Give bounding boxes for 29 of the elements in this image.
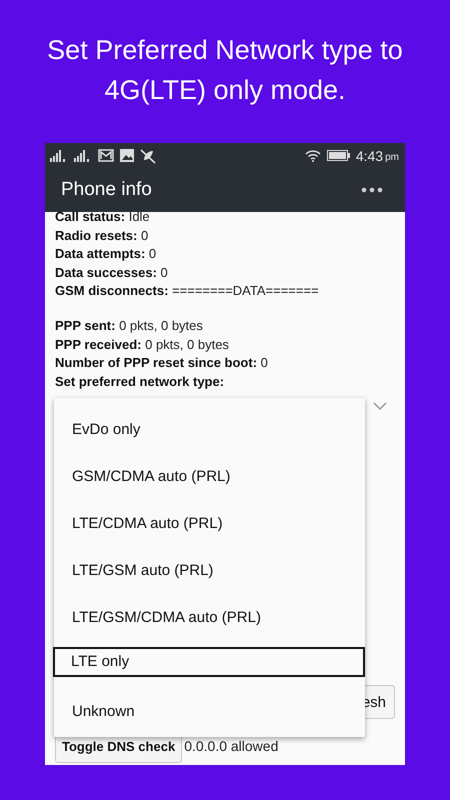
info-line: Radio resets: 0 xyxy=(55,226,150,245)
wifi-icon xyxy=(304,150,321,162)
more-menu-icon[interactable] xyxy=(361,187,383,193)
info-line: PPP sent: 0 pkts, 0 bytes xyxy=(55,316,204,335)
dropdown-option[interactable]: LTE/GSM/CDMA auto (PRL) xyxy=(54,592,365,639)
info-line: GSM disconnects: ========DATA======= xyxy=(55,282,320,300)
info-line: Number of PPP reset since boot: 0 xyxy=(55,354,269,372)
clock-period: pm xyxy=(385,152,399,162)
battery-icon xyxy=(326,150,350,161)
caption: Set Preferred Network type to 4G(LTE) only mode. xyxy=(46,34,404,107)
info-line: Call status: Idle xyxy=(55,208,151,226)
info-line: Data successes: 0 xyxy=(55,264,169,282)
dropdown-option[interactable]: EvDo only xyxy=(54,404,365,451)
info-line: PPP received: 0 pkts, 0 bytes xyxy=(55,336,230,354)
info-line: Set preferred network type: xyxy=(55,372,226,391)
signal-icon xyxy=(50,150,68,162)
chevron-down-icon[interactable] xyxy=(373,402,387,410)
dropdown-option[interactable]: LTE/GSM auto (PRL) xyxy=(54,545,365,592)
signal-icon xyxy=(74,150,92,162)
image-icon xyxy=(120,149,134,162)
info-line: Data attempts: 0 xyxy=(55,245,158,264)
dns-status: 0.0.0.0 allowed xyxy=(184,739,278,754)
clock-time: 4:43 xyxy=(356,148,384,164)
dropdown-option[interactable]: LTE only xyxy=(53,647,365,677)
app-title: Phone info xyxy=(61,179,152,201)
dropdown-option[interactable]: LTE/CDMA auto (PRL) xyxy=(54,498,365,545)
mail-icon xyxy=(98,149,114,162)
dropdown-option[interactable]: GSM/CDMA auto (PRL) xyxy=(54,451,365,498)
crossed-icon xyxy=(140,148,156,164)
